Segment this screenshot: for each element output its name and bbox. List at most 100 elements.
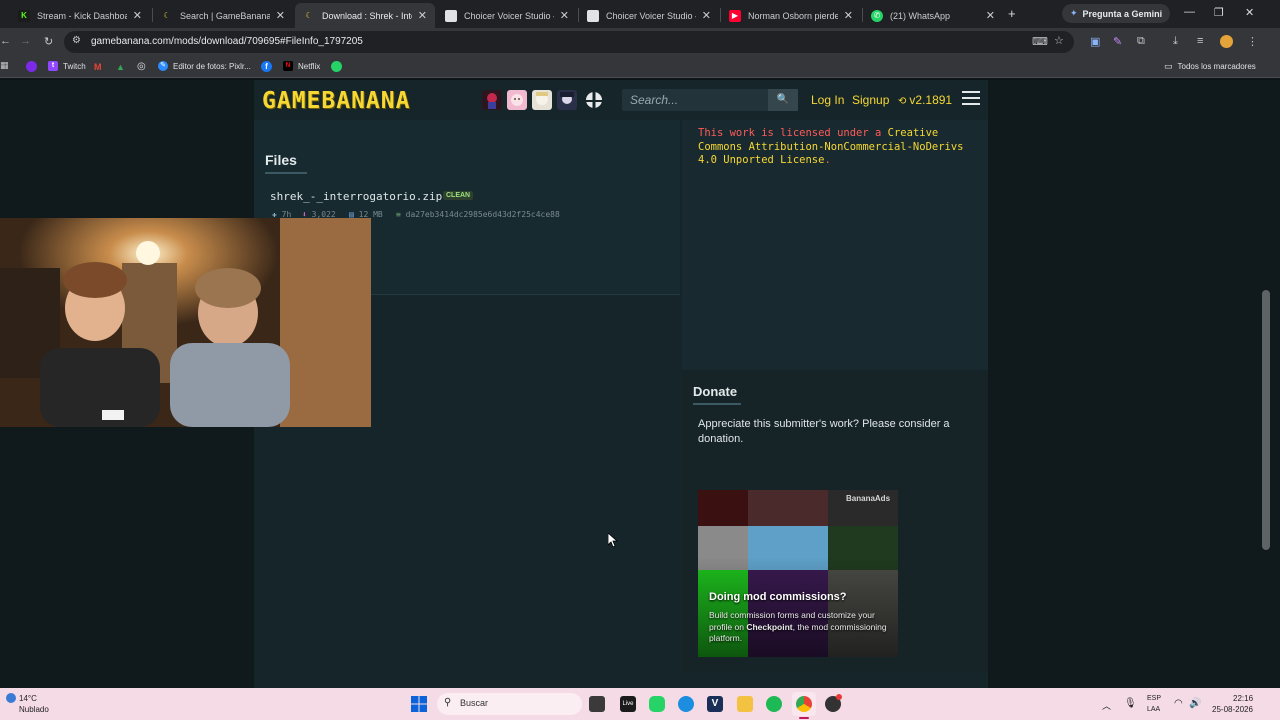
gamebanana-logo[interactable]: GAMEBANANA — [262, 88, 410, 114]
language-bottom[interactable]: LAA — [1147, 706, 1160, 713]
ad-title[interactable]: Doing mod commissions? — [709, 591, 847, 603]
webcam-overlay — [0, 218, 371, 427]
extension-icon[interactable]: ▣ — [1090, 35, 1100, 48]
signup-link[interactable]: Signup — [852, 93, 889, 107]
tab-choicer-voicer-2[interactable]: Choicer Voicer Studio — F ✕ — [579, 3, 719, 28]
search-icon[interactable]: 🔍 — [768, 89, 798, 111]
folder-icon: ▭ — [1164, 61, 1173, 71]
login-link[interactable]: Log In — [811, 93, 844, 107]
close-icon[interactable]: ✕ — [844, 9, 853, 22]
close-icon[interactable]: ✕ — [133, 9, 142, 22]
file-download-link[interactable]: shrek_-_interrogatorio.zip — [270, 190, 442, 203]
file-explorer-icon[interactable] — [737, 696, 753, 712]
clean-badge: CLEAN — [443, 191, 474, 200]
microphone-icon[interactable]: 🎙 — [1124, 698, 1137, 709]
weather-temp[interactable]: 14°C — [19, 694, 37, 703]
tab-youtube-norman[interactable]: ▶ Norman Osborn pierde el ✕ — [721, 3, 861, 28]
search-input[interactable]: Search... — [630, 93, 678, 107]
tab-search-gamebanana[interactable]: ☾ Search | GameBanana ✕ — [153, 3, 293, 28]
gemini-button[interactable]: ✦ Pregunta a Gemini — [1062, 4, 1171, 23]
bookmark-twitch[interactable]: t Twitch — [48, 61, 86, 71]
close-icon[interactable]: ✕ — [418, 9, 427, 22]
pixlr-icon: ✎ — [158, 61, 168, 71]
tray-chevron-icon[interactable]: ︿ — [1102, 699, 1111, 712]
bookmark-netflix[interactable]: N Netflix — [283, 61, 320, 71]
bookmark-star-icon[interactable]: ☆ — [1054, 34, 1064, 47]
mouse-cursor-icon — [608, 533, 618, 548]
restore-button[interactable]: ❐ — [1214, 6, 1224, 19]
files-heading: Files — [265, 152, 297, 168]
more-menu-icon[interactable]: ⋮ — [1247, 35, 1258, 48]
game-icon-character[interactable] — [532, 90, 552, 110]
version-link[interactable]: ⟲ v2.1891 — [898, 93, 952, 107]
spotify-icon[interactable] — [766, 696, 782, 712]
weather-desc[interactable]: Nublado — [19, 705, 49, 714]
heading-underline — [265, 172, 307, 174]
tab-download-shrek[interactable]: ☾ Download : Shrek - Interro ✕ — [295, 3, 435, 28]
webcam-image — [0, 218, 371, 427]
close-window-button[interactable]: ✕ — [1245, 6, 1254, 19]
drive-icon[interactable]: ▲ — [116, 62, 125, 72]
gemini-icon: ✦ — [1070, 8, 1078, 18]
clock-time[interactable]: 22:16 — [1233, 694, 1253, 703]
tab-whatsapp[interactable]: ✆ (21) WhatsApp ✕ — [863, 3, 1003, 28]
taskbar-search[interactable]: ⚲ Buscar — [437, 693, 582, 715]
game-icon-anime[interactable] — [507, 90, 527, 110]
active-indicator — [799, 717, 809, 719]
gmail-icon[interactable]: M — [94, 62, 102, 72]
twitch-icon: t — [48, 61, 58, 71]
whatsapp-bookmark-icon[interactable] — [331, 61, 342, 72]
back-icon[interactable]: ← — [0, 35, 11, 47]
url-text[interactable]: gamebanana.com/mods/download/709695#File… — [91, 36, 363, 47]
apps-icon[interactable]: ▦ — [0, 60, 9, 71]
wifi-icon[interactable]: ◠ — [1174, 698, 1183, 709]
hamburger-menu-icon[interactable] — [962, 91, 980, 109]
close-icon[interactable]: ✕ — [986, 9, 995, 22]
hash-icon: ≡ — [396, 210, 401, 219]
banana-icon: ☾ — [305, 10, 313, 20]
minimize-button[interactable]: — — [1184, 6, 1195, 18]
close-icon[interactable]: ✕ — [702, 9, 711, 22]
windows-taskbar: 14°C Nublado ⚲ Buscar Live V ︿ 🎙 ESP LAA… — [0, 688, 1280, 720]
whatsapp-taskbar-icon[interactable] — [649, 696, 665, 712]
page-scrollbar[interactable] — [1262, 290, 1270, 550]
close-icon[interactable]: ✕ — [276, 9, 285, 22]
chrome-icon[interactable] — [796, 696, 812, 712]
browser-tab-strip: K Stream - Kick Dashboard ✕ ☾ Search | G… — [0, 0, 1280, 28]
extensions-puzzle-icon[interactable]: ⧉ — [1137, 35, 1145, 48]
address-bar[interactable]: ⚙ gamebanana.com/mods/download/709695#Fi… — [64, 31, 1074, 53]
search-icon: ⚲ — [444, 697, 452, 708]
task-view-icon[interactable] — [589, 696, 605, 712]
game-icon-fnf[interactable] — [482, 90, 502, 110]
windows-start-icon[interactable] — [411, 696, 427, 712]
pen-extension-icon[interactable]: ✎ — [1113, 35, 1122, 48]
tab-choicer-voicer-1[interactable]: Choicer Voicer Studio — F ✕ — [437, 3, 577, 28]
live-app-icon[interactable]: Live — [620, 696, 636, 712]
refresh-icon: ⟲ — [898, 96, 907, 107]
weather-icon[interactable] — [6, 693, 16, 703]
globe-icon[interactable]: ◎ — [137, 61, 146, 72]
all-bookmarks-folder[interactable]: ▭ Todos los marcadores — [1164, 61, 1256, 72]
clock-date[interactable]: 25-08-2026 — [1212, 705, 1253, 714]
canva-icon[interactable] — [26, 61, 37, 72]
v-app-icon[interactable]: V — [707, 696, 723, 712]
facebook-icon[interactable]: f — [261, 61, 272, 72]
profile-avatar[interactable] — [1220, 35, 1233, 48]
translate-icon[interactable]: ⌨ — [1032, 35, 1048, 48]
new-tab-button[interactable]: + — [1008, 6, 1016, 21]
download-icon[interactable]: ⤓ — [1173, 35, 1178, 48]
tab-kick-dashboard[interactable]: K Stream - Kick Dashboard ✕ — [10, 3, 150, 28]
donate-heading: Donate — [693, 384, 738, 399]
reading-list-icon[interactable]: ≡ — [1197, 35, 1203, 47]
smash-bros-icon[interactable] — [584, 90, 604, 110]
game-icon-dark[interactable] — [557, 90, 577, 110]
edge-icon[interactable] — [678, 696, 694, 712]
volume-icon[interactable]: 🔊 — [1189, 698, 1201, 709]
reload-icon[interactable]: ↻ — [44, 35, 53, 48]
heading-underline — [693, 403, 741, 405]
language-top[interactable]: ESP — [1147, 695, 1161, 702]
bookmark-pixlr[interactable]: ✎ Editor de fotos: Pixlr... — [158, 61, 251, 71]
site-info-icon[interactable]: ⚙ — [72, 35, 81, 46]
close-icon[interactable]: ✕ — [560, 9, 569, 22]
forward-icon[interactable]: → — [20, 35, 31, 47]
